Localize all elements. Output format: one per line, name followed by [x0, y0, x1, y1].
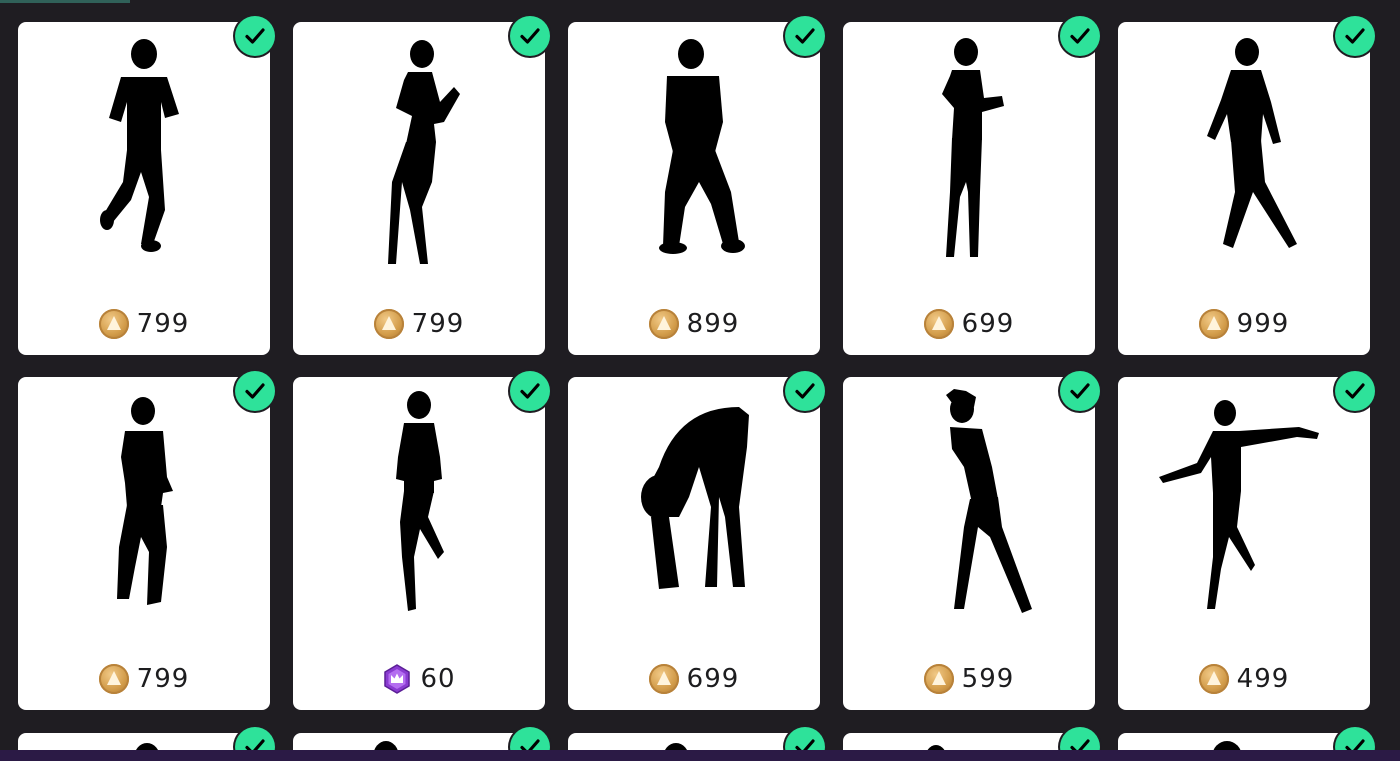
emote-row-1: 799 799 899 699 999 [18, 16, 1382, 355]
owned-check-icon [510, 16, 550, 56]
emote-card[interactable]: 499 [1118, 377, 1370, 710]
coin-icon [373, 309, 404, 339]
price-tag: 699 [843, 306, 1095, 342]
emote-row-2: 799 60 699 599 499 [18, 371, 1382, 710]
owned-check-icon [235, 16, 275, 56]
dance-pose-silhouette [619, 387, 769, 622]
emote-card[interactable]: 60 [293, 377, 545, 710]
emote-card[interactable]: 699 [843, 22, 1095, 355]
coin-icon [648, 309, 679, 339]
price-value: 799 [136, 309, 190, 339]
owned-check-icon [1335, 16, 1375, 56]
crown-gem-icon [382, 664, 412, 694]
bottom-bar [0, 750, 1400, 761]
price-tag: 599 [843, 661, 1095, 697]
price-value: 999 [1236, 309, 1290, 339]
dance-pose-silhouette [69, 32, 219, 267]
owned-check-icon [785, 371, 825, 411]
owned-check-icon [1060, 16, 1100, 56]
coin-icon [98, 664, 129, 694]
top-accent-line [0, 0, 130, 3]
price-value: 699 [686, 664, 740, 694]
coin-icon [648, 664, 679, 694]
price-value: 799 [136, 664, 190, 694]
owned-check-icon [1335, 371, 1375, 411]
owned-check-icon [1060, 371, 1100, 411]
emote-card[interactable]: 899 [568, 22, 820, 355]
coin-icon [98, 309, 129, 339]
price-value: 499 [1236, 664, 1290, 694]
coin-icon [923, 309, 954, 339]
dance-pose-silhouette [1149, 387, 1339, 622]
owned-check-icon [235, 371, 275, 411]
dance-pose-silhouette [619, 32, 769, 267]
dance-pose-silhouette [69, 387, 219, 622]
price-tag: 699 [568, 661, 820, 697]
coin-icon [1198, 309, 1229, 339]
price-tag: 799 [293, 306, 545, 342]
price-tag: 799 [18, 306, 270, 342]
price-tag: 899 [568, 306, 820, 342]
emote-card[interactable]: 599 [843, 377, 1095, 710]
emote-card[interactable]: 699 [568, 377, 820, 710]
price-value: 699 [961, 309, 1015, 339]
dance-pose-silhouette [894, 387, 1044, 622]
price-tag: 60 [293, 661, 545, 697]
dance-pose-silhouette [344, 32, 494, 267]
emote-card[interactable]: 799 [18, 377, 270, 710]
emote-shop-screen: 799 799 899 699 999 799 60 699 599 499 [0, 0, 1400, 761]
price-value: 899 [686, 309, 740, 339]
emote-card[interactable]: 799 [18, 22, 270, 355]
price-value: 599 [961, 664, 1015, 694]
coin-icon [923, 664, 954, 694]
dance-pose-silhouette [1169, 32, 1319, 267]
price-value: 799 [411, 309, 465, 339]
emote-card[interactable]: 999 [1118, 22, 1370, 355]
dance-pose-silhouette [344, 387, 494, 622]
price-tag: 799 [18, 661, 270, 697]
price-value: 60 [420, 664, 456, 694]
price-tag: 499 [1118, 661, 1370, 697]
emote-card[interactable]: 799 [293, 22, 545, 355]
dance-pose-silhouette [894, 32, 1044, 267]
price-tag: 999 [1118, 306, 1370, 342]
owned-check-icon [510, 371, 550, 411]
owned-check-icon [785, 16, 825, 56]
coin-icon [1198, 664, 1229, 694]
